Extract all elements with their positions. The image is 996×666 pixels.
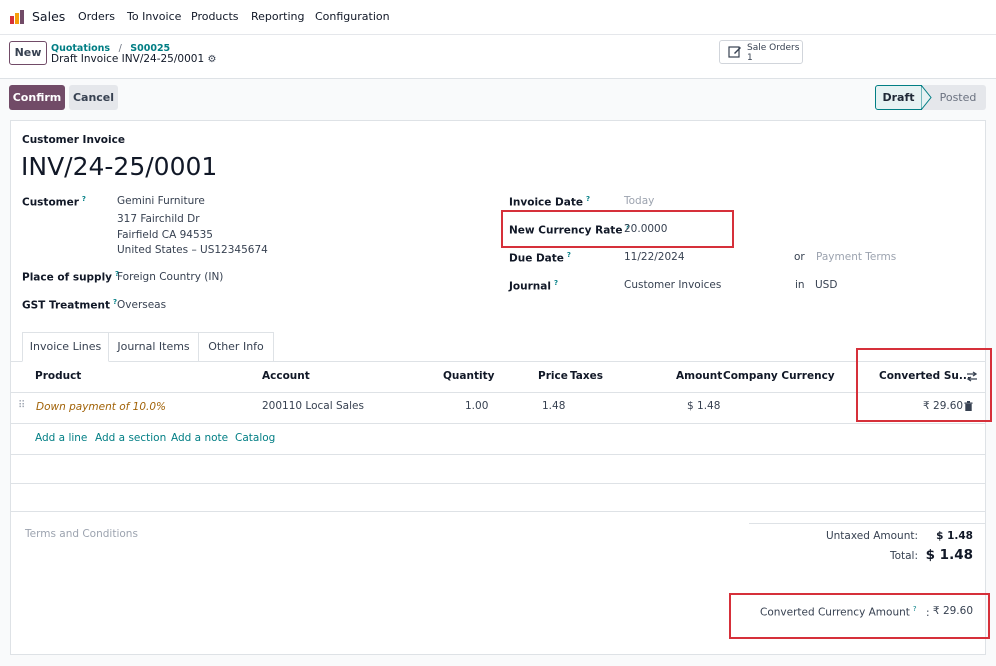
empty-row-border-2 <box>10 483 986 484</box>
confirm-button[interactable]: Confirm <box>9 85 65 110</box>
tab-other-info[interactable]: Other Info <box>199 332 274 362</box>
breadcrumb-current: Draft Invoice INV/24-25/0001 ⚙ <box>51 53 216 65</box>
status-draft[interactable]: Draft <box>875 85 922 110</box>
customer-address-line3: United States – US12345674 <box>117 244 268 256</box>
drag-handle-icon[interactable]: ⠿ <box>18 400 25 411</box>
help-icon[interactable]: ? <box>554 279 558 287</box>
current-record-title: Draft Invoice INV/24-25/0001 <box>51 53 205 65</box>
col-price[interactable]: Price <box>538 370 568 382</box>
menu-to-invoice[interactable]: To Invoice <box>127 10 181 23</box>
add-note-link[interactable]: Add a note <box>171 432 228 444</box>
line-account[interactable]: 200110 Local Sales <box>262 400 364 412</box>
sale-orders-smart-button[interactable]: Sale Orders 1 <box>719 40 803 64</box>
line-amount: $ 1.48 <box>687 400 721 412</box>
table-bottom-border <box>10 511 986 512</box>
gear-icon[interactable]: ⚙ <box>207 54 216 65</box>
tab-invoice-lines[interactable]: Invoice Lines <box>22 332 109 362</box>
untaxed-amount-value: $ 1.48 <box>936 530 973 542</box>
total-value: $ 1.48 <box>925 547 973 563</box>
terms-and-conditions-field[interactable]: Terms and Conditions <box>25 528 138 540</box>
col-account[interactable]: Account <box>262 370 310 382</box>
col-product[interactable]: Product <box>35 370 81 382</box>
invoice-type: Customer Invoice <box>22 134 125 146</box>
menu-orders[interactable]: Orders <box>78 10 115 23</box>
customer-address-line2: Fairfield CA 94535 <box>117 229 213 241</box>
due-date-field[interactable]: 11/22/2024 <box>624 251 685 263</box>
totals-top-border <box>749 523 986 524</box>
customer-field[interactable]: Gemini Furniture <box>117 195 205 207</box>
highlight-box-converted-amount <box>729 593 990 639</box>
header-bottom-border <box>10 392 986 393</box>
untaxed-amount-label: Untaxed Amount: <box>825 530 918 542</box>
payment-terms-field[interactable]: Payment Terms <box>816 251 896 263</box>
smart-button-count: 1 <box>747 53 753 63</box>
line-quantity[interactable]: 1.00 <box>465 400 488 412</box>
place-of-supply-field[interactable]: Foreign Country (IN) <box>117 271 223 283</box>
col-taxes[interactable]: Taxes <box>570 370 603 382</box>
sales-app-icon[interactable] <box>9 9 25 25</box>
in-text: in <box>795 279 805 291</box>
empty-row-border-1 <box>10 454 986 455</box>
invoice-number: INV/24-25/0001 <box>21 152 218 181</box>
app-name[interactable]: Sales <box>32 9 65 24</box>
menu-reporting[interactable]: Reporting <box>251 10 304 23</box>
help-icon[interactable]: ? <box>567 251 571 259</box>
smart-button-label: Sale Orders <box>747 43 800 53</box>
catalog-link[interactable]: Catalog <box>235 432 275 444</box>
line-product[interactable]: Down payment of 10.0% <box>36 401 166 413</box>
journal-label: Journal? <box>509 279 558 293</box>
help-icon[interactable]: ? <box>82 195 86 203</box>
menu-products[interactable]: Products <box>191 10 239 23</box>
gst-treatment-field[interactable]: Overseas <box>117 299 166 311</box>
total-label: Total: <box>889 550 918 562</box>
invoice-date-label: Invoice Date? <box>509 195 591 209</box>
row-bottom-border <box>10 423 986 424</box>
new-button[interactable]: New <box>9 41 47 65</box>
place-of-supply-label: Place of supply? <box>22 270 120 284</box>
highlight-box-converted-column <box>856 348 992 422</box>
col-quantity[interactable]: Quantity <box>443 370 494 382</box>
invoice-date-field[interactable]: Today <box>624 195 654 207</box>
due-date-label: Due Date? <box>509 251 571 265</box>
tab-journal-items[interactable]: Journal Items <box>109 332 199 362</box>
status-arrow-icon <box>921 85 932 110</box>
customer-label: Customer? <box>22 195 86 209</box>
customer-address-line1: 317 Fairchild Dr <box>117 213 200 225</box>
currency-field[interactable]: USD <box>815 279 837 291</box>
menu-configuration[interactable]: Configuration <box>315 10 390 23</box>
journal-field[interactable]: Customer Invoices <box>624 279 721 291</box>
or-text: or <box>794 251 805 263</box>
line-price[interactable]: 1.48 <box>542 400 565 412</box>
col-company-currency[interactable]: Company Currency <box>723 370 835 382</box>
cancel-button[interactable]: Cancel <box>69 85 118 110</box>
highlight-box-rate <box>501 210 734 248</box>
col-amount[interactable]: Amount <box>676 370 722 382</box>
add-section-link[interactable]: Add a section <box>95 432 166 444</box>
edit-icon <box>728 46 741 58</box>
help-icon[interactable]: ? <box>586 195 590 203</box>
gst-treatment-label: GST Treatment? <box>22 298 118 312</box>
add-line-link[interactable]: Add a line <box>35 432 87 444</box>
